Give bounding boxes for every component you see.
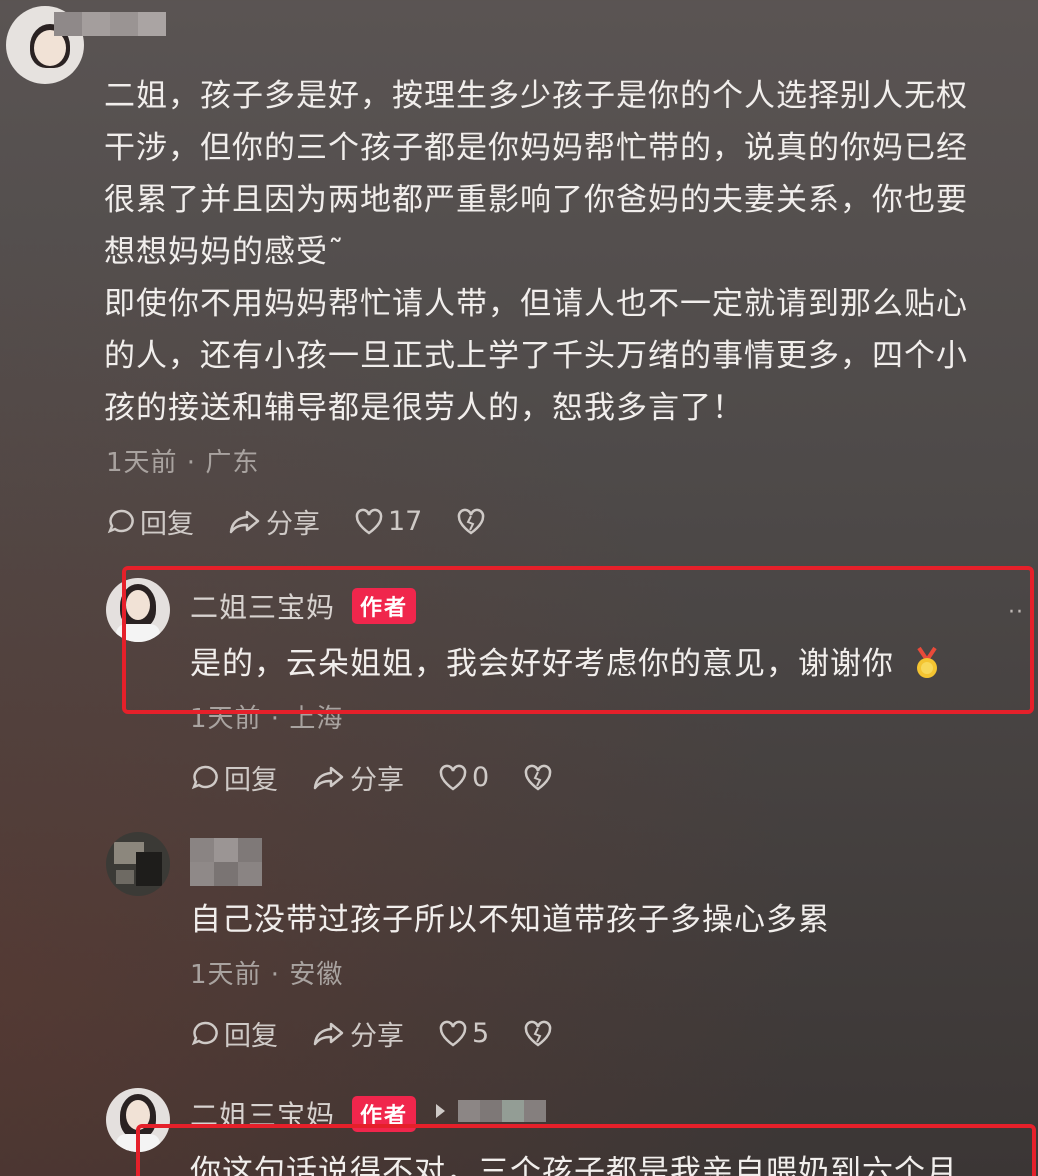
like-button[interactable]: 5: [438, 1018, 489, 1049]
comment-actions: 回复 分享 5: [190, 1014, 591, 1053]
highlight-box: [136, 1124, 1036, 1176]
comment-icon: [191, 1021, 218, 1045]
like-button[interactable]: 17: [354, 506, 422, 537]
blurred-username: [54, 12, 166, 36]
highlight-box: [122, 566, 1034, 714]
dislike-button[interactable]: [523, 1020, 557, 1048]
share-button[interactable]: 分享: [312, 1014, 404, 1053]
share-icon: [229, 510, 260, 533]
comment-text: 自己没带过孩子所以不知道带孩子多操心多累: [190, 902, 830, 938]
broken-heart-icon: [524, 764, 552, 791]
share-icon: [313, 766, 344, 789]
broken-heart-icon: [524, 1020, 552, 1047]
share-icon: [313, 1022, 344, 1045]
comment-actions: 回复 分享 0: [190, 758, 591, 797]
blurred-username: [190, 838, 262, 886]
broken-heart-icon: [458, 508, 485, 535]
blurred-username: [458, 1100, 546, 1122]
comment-meta: 1天前 · 安徽: [190, 960, 344, 990]
comment-meta: 1天前 · 广东: [106, 448, 260, 478]
like-button[interactable]: 0: [438, 762, 489, 793]
heart-icon: [439, 1020, 467, 1047]
share-button[interactable]: 分享: [228, 502, 320, 541]
dislike-button[interactable]: [523, 764, 557, 792]
heart-icon: [355, 508, 383, 535]
avatar[interactable]: [106, 832, 170, 896]
comment-actions: 回复 分享 17: [106, 502, 524, 541]
comment-text: 二姐，孩子多是好，按理生多少孩子是你的个人选择别人无权 干涉，但你的三个孩子都是…: [104, 78, 968, 426]
comment-icon: [107, 509, 134, 533]
dislike-button[interactable]: [456, 508, 490, 536]
share-button[interactable]: 分享: [312, 758, 404, 797]
reply-button[interactable]: 回复: [106, 502, 194, 541]
reply-arrow-icon: [436, 1104, 445, 1118]
heart-icon: [439, 764, 467, 791]
reply-button[interactable]: 回复: [190, 1014, 278, 1053]
reply-button[interactable]: 回复: [190, 758, 278, 797]
comment-icon: [191, 765, 218, 789]
